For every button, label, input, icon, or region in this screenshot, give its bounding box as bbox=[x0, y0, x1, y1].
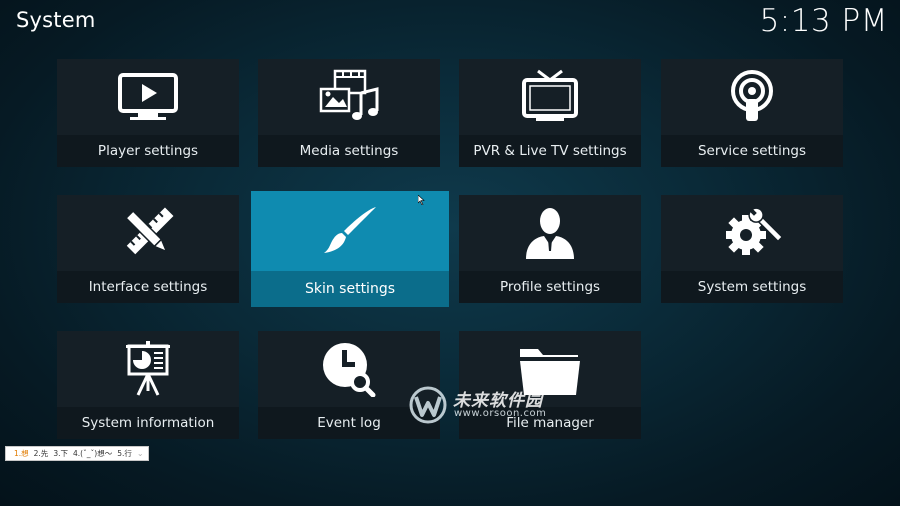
ime-candidate[interactable]: 5.行 bbox=[117, 448, 132, 459]
skin-paintbrush-icon bbox=[324, 207, 376, 253]
tile-service-settings[interactable]: Service settings bbox=[661, 59, 843, 167]
watermark-logo-icon bbox=[409, 386, 447, 424]
watermark: 未来软件园 www.orsoon.com bbox=[408, 384, 578, 426]
tile-label: System settings bbox=[661, 271, 843, 303]
tile-label: Interface settings bbox=[57, 271, 239, 303]
profile-person-icon bbox=[526, 208, 574, 259]
media-settings-icon bbox=[319, 69, 379, 120]
ime-candidate[interactable]: 1.想 bbox=[14, 448, 29, 459]
tile-interface-settings[interactable]: Interface settings bbox=[57, 195, 239, 303]
player-settings-icon bbox=[118, 73, 178, 120]
tile-label: System information bbox=[57, 407, 239, 439]
ime-candidate[interactable]: 3.下 bbox=[53, 448, 68, 459]
interface-pencil-ruler-icon bbox=[125, 207, 174, 255]
tile-label: PVR & Live TV settings bbox=[459, 135, 641, 167]
ime-candidate-bar[interactable]: 1.想 2.先 3.下 4.(ˇ_ˇ)想～ 5.行 ⌄ bbox=[5, 446, 149, 461]
ime-expand-arrow-icon[interactable]: ⌄ bbox=[137, 449, 144, 458]
system-info-presentation-icon bbox=[126, 341, 170, 396]
mouse-cursor-icon bbox=[418, 195, 425, 205]
tile-label: Service settings bbox=[661, 135, 843, 167]
ime-candidate[interactable]: 2.先 bbox=[34, 448, 49, 459]
tile-label: Player settings bbox=[57, 135, 239, 167]
tile-label: Skin settings bbox=[251, 271, 449, 307]
tile-profile-settings[interactable]: Profile settings bbox=[459, 195, 641, 303]
event-log-clock-search-icon bbox=[323, 343, 376, 397]
pvr-tv-icon bbox=[522, 69, 578, 121]
tile-media-settings[interactable]: Media settings bbox=[258, 59, 440, 167]
system-gear-wrench-icon bbox=[726, 207, 784, 255]
tile-skin-settings[interactable]: Skin settings bbox=[251, 191, 449, 307]
service-podcast-icon bbox=[731, 70, 773, 121]
tile-player-settings[interactable]: Player settings bbox=[57, 59, 239, 167]
clock: 5:13 PM bbox=[759, 3, 888, 39]
ime-candidate[interactable]: 4.(ˇ_ˇ)想～ bbox=[73, 448, 112, 459]
tile-pvr-live-tv-settings[interactable]: PVR & Live TV settings bbox=[459, 59, 641, 167]
watermark-url: www.orsoon.com bbox=[454, 408, 547, 419]
tile-system-settings[interactable]: System settings bbox=[661, 195, 843, 303]
window-title: System bbox=[16, 8, 96, 32]
tile-system-information[interactable]: System information bbox=[57, 331, 239, 439]
tile-label: Profile settings bbox=[459, 271, 641, 303]
tile-label: Media settings bbox=[258, 135, 440, 167]
